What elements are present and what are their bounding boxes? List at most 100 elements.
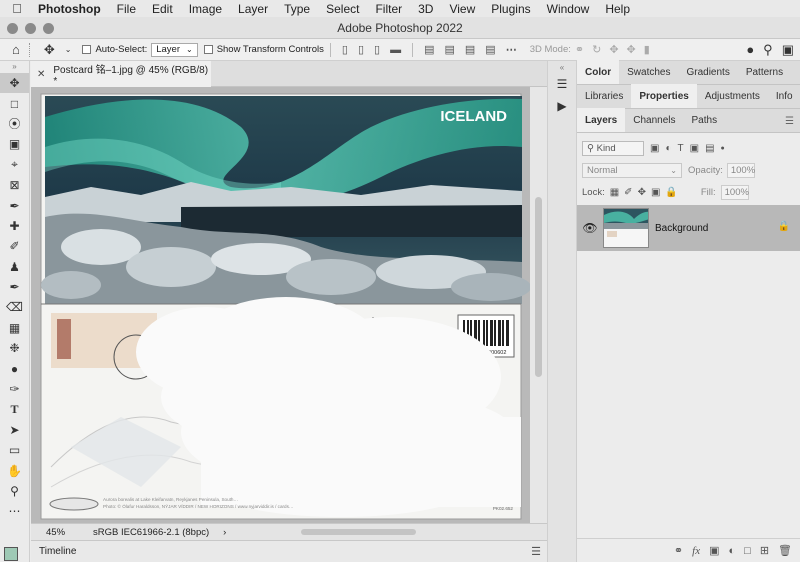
rectangle-tool-icon[interactable]: ▭ [0, 440, 29, 460]
menu-edit[interactable]: Edit [144, 2, 181, 16]
tab-info[interactable]: Info [768, 84, 800, 108]
tab-paths[interactable]: Paths [684, 108, 726, 132]
menu-filter[interactable]: Filter [367, 2, 410, 16]
clone-stamp-tool-icon[interactable]: ♟ [0, 257, 29, 277]
frame-tool-icon[interactable]: ⊠ [0, 175, 29, 195]
foreground-color-swatch[interactable] [4, 547, 18, 561]
hand-tool-icon[interactable]: ✋ [0, 460, 29, 480]
align-center-icon[interactable]: ▯ [353, 43, 369, 56]
pen-tool-icon[interactable]: ✑ [0, 379, 29, 399]
lock-position-icon[interactable]: ✥ [638, 187, 646, 198]
3d-pan-icon[interactable]: ✥ [605, 43, 622, 56]
tab-properties[interactable]: Properties [631, 84, 697, 108]
layer-select-dropdown[interactable]: Layer ⌄ [151, 42, 198, 57]
tab-color[interactable]: Color [577, 60, 620, 84]
search-icon[interactable]: ⚲ [763, 42, 773, 58]
options-grip[interactable] [28, 42, 39, 57]
user-icon[interactable]: ● [746, 42, 754, 58]
3d-slide-icon[interactable]: ✥ [623, 43, 640, 56]
brush-tool-icon[interactable]: ✐ [0, 236, 29, 256]
marquee-tool-icon[interactable]: □ [0, 93, 29, 113]
tab-libraries[interactable]: Libraries [577, 84, 631, 108]
panel-menu-icon[interactable]: ☰ [531, 545, 541, 558]
lasso-tool-icon[interactable]: ⦿ [0, 114, 29, 134]
shape-filter-icon[interactable]: ▣ [690, 143, 699, 154]
adjustment-filter-icon[interactable]: ◐ [665, 143, 671, 154]
filter-toggle-icon[interactable]: ● [721, 145, 725, 152]
distribute-icon[interactable]: ▬ [385, 44, 406, 56]
layer-kind-filter[interactable]: ⚲ Kind [582, 140, 644, 156]
smart-object-filter-icon[interactable]: ▤ [705, 143, 714, 154]
menu-app[interactable]: Photoshop [34, 2, 109, 16]
eraser-tool-icon[interactable]: ⌫ [0, 297, 29, 317]
eyedropper-tool-icon[interactable]: ✒ [0, 195, 29, 215]
panel-menu-icon[interactable]: ☰ [785, 116, 794, 127]
crop-tool-icon[interactable]: ⌖ [0, 155, 29, 175]
type-filter-icon[interactable]: T [678, 143, 684, 154]
distribute-vertical-icon[interactable]: ▤ [480, 43, 500, 56]
3d-scale-icon[interactable]: ▮ [640, 43, 654, 56]
move-tool-icon[interactable]: ✥ [0, 73, 29, 94]
menu-file[interactable]: File [109, 2, 144, 16]
menu-plugins[interactable]: Plugins [483, 2, 538, 16]
new-layer-icon[interactable]: ⊞ [760, 544, 769, 557]
zoom-tool-icon[interactable]: ⚲ [0, 481, 29, 501]
collapse-panels-icon[interactable]: « [548, 61, 576, 73]
document-tab[interactable]: ✕ Postcard 铭–1.jpg @ 45% (RGB/8) * [31, 61, 211, 87]
tab-gradients[interactable]: Gradients [678, 60, 737, 84]
menu-select[interactable]: Select [318, 2, 367, 16]
add-mask-icon[interactable]: ▣ [709, 544, 719, 557]
chevron-down-icon[interactable]: ⌄ [60, 45, 77, 54]
layer-row-background[interactable]: 👁 Background 🔒 [577, 205, 800, 251]
fx-icon[interactable]: fx [692, 545, 700, 557]
align-right-icon[interactable]: ▯ [369, 43, 385, 56]
history-brush-tool-icon[interactable]: ✒ [0, 277, 29, 297]
lock-transparent-icon[interactable]: ▦ [610, 187, 619, 198]
healing-brush-tool-icon[interactable]: ✚ [0, 216, 29, 236]
vertical-scrollbar[interactable] [530, 87, 547, 523]
menu-image[interactable]: Image [181, 2, 230, 16]
timeline-title[interactable]: Timeline [31, 546, 76, 557]
zoom-level[interactable]: 45% [31, 527, 89, 538]
path-selection-tool-icon[interactable]: ➤ [0, 420, 29, 440]
gradient-tool-icon[interactable]: ▦ [0, 318, 29, 338]
lock-image-icon[interactable]: ✐ [624, 187, 632, 198]
blur-tool-icon[interactable]: ❉ [0, 338, 29, 358]
vertical-scroll-thumb[interactable] [535, 197, 542, 377]
auto-select-checkbox[interactable] [82, 45, 92, 54]
new-adjustment-icon[interactable]: ◐ [729, 545, 736, 557]
more-options-icon[interactable]: ⋯ [501, 43, 522, 56]
delete-layer-icon[interactable]: 🗑 [778, 544, 792, 557]
opacity-input[interactable]: 100% [726, 162, 755, 178]
layer-lock-icon[interactable]: 🔒 [778, 221, 790, 232]
tab-layers[interactable]: Layers [577, 108, 626, 132]
new-group-icon[interactable]: □ [744, 545, 751, 557]
home-icon[interactable]: ⌂ [0, 42, 25, 57]
visibility-eye-icon[interactable]: 👁 [577, 221, 603, 235]
show-transform-checkbox[interactable] [203, 45, 213, 54]
pixel-filter-icon[interactable]: ▣ [650, 143, 659, 154]
postcard-canvas[interactable]: ICELAND 5 690741 000602 [31, 87, 530, 523]
link-layers-icon[interactable]: ⚭ [674, 544, 683, 557]
3d-orbit-icon[interactable]: ⚭ [571, 43, 588, 56]
tab-swatches[interactable]: Swatches [619, 60, 678, 84]
menu-type[interactable]: Type [276, 2, 318, 16]
align-left-icon[interactable]: ▯ [337, 43, 353, 56]
type-tool-icon[interactable]: T [0, 399, 29, 419]
fill-input[interactable]: 100% [720, 184, 749, 200]
align-middle-icon[interactable]: ▤ [439, 43, 459, 56]
collapse-toolbar-icon[interactable]: » [0, 61, 29, 73]
align-top-icon[interactable]: ▤ [419, 43, 439, 56]
actions-play-icon[interactable]: ▶ [548, 95, 576, 117]
close-tab-icon[interactable]: ✕ [37, 69, 45, 80]
align-bottom-icon[interactable]: ▤ [460, 43, 480, 56]
tab-adjustments[interactable]: Adjustments [697, 84, 768, 108]
horizontal-scroll-thumb[interactable] [301, 529, 416, 535]
menu-view[interactable]: View [441, 2, 483, 16]
menu-help[interactable]: Help [597, 2, 638, 16]
blend-mode-dropdown[interactable]: Normal ⌄ [582, 162, 682, 178]
workspace-icon[interactable]: ▣ [782, 42, 794, 58]
lock-all-icon[interactable]: 🔒 [665, 187, 677, 198]
3d-roll-icon[interactable]: ↻ [588, 43, 605, 56]
edit-toolbar-icon[interactable]: ⋯ [0, 501, 29, 521]
